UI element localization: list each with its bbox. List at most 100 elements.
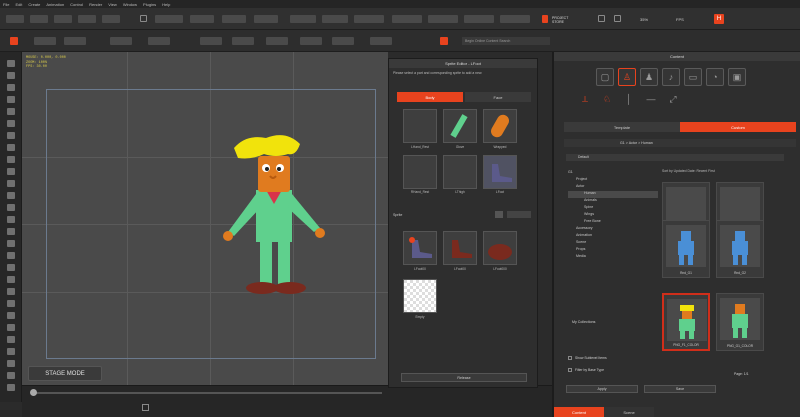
part-thumb[interactable] bbox=[403, 109, 437, 143]
toolbar-button[interactable] bbox=[54, 15, 72, 23]
tool-icon[interactable] bbox=[7, 156, 15, 163]
tab-face[interactable]: Face bbox=[465, 92, 531, 102]
part-thumb[interactable] bbox=[443, 109, 477, 143]
tool-icon[interactable] bbox=[7, 120, 15, 127]
project-store-icon[interactable] bbox=[542, 15, 548, 23]
tool-icon[interactable] bbox=[7, 276, 15, 283]
mic-icon[interactable]: ♪ bbox=[662, 68, 680, 86]
toolbar-button[interactable] bbox=[254, 15, 278, 23]
tree-item[interactable]: Project bbox=[568, 177, 658, 184]
tool-icon[interactable] bbox=[7, 228, 15, 235]
menu-item[interactable]: Control bbox=[70, 2, 83, 7]
part-thumb[interactable] bbox=[403, 155, 437, 189]
tool-icon[interactable] bbox=[7, 108, 15, 115]
my-collections[interactable]: My Collections bbox=[572, 320, 595, 324]
tree-item[interactable]: Media bbox=[568, 254, 658, 261]
tool-icon[interactable] bbox=[7, 360, 15, 367]
toolbar-button[interactable] bbox=[332, 37, 354, 45]
content-card[interactable]: PNG_G1_COLOR bbox=[716, 293, 764, 351]
scene-icon[interactable]: ▭ bbox=[684, 68, 702, 86]
animal-icon[interactable]: ♘ bbox=[598, 90, 616, 108]
toolbar-button[interactable] bbox=[30, 15, 48, 23]
toolbar-button[interactable] bbox=[464, 15, 494, 23]
toolbar-button[interactable] bbox=[155, 15, 183, 23]
content-card[interactable]: Rnd_G2 bbox=[716, 220, 764, 278]
show-sublevel-option[interactable]: Show Sublevel Items bbox=[568, 356, 607, 361]
tool-icon[interactable] bbox=[7, 324, 15, 331]
part-thumb[interactable] bbox=[483, 109, 517, 143]
tool-icon[interactable] bbox=[7, 372, 15, 379]
tool-icon[interactable] bbox=[7, 384, 15, 391]
tool-icon[interactable] bbox=[7, 180, 15, 187]
tree-item[interactable]: Free Bone bbox=[568, 219, 658, 226]
folder-icon[interactable]: ▢ bbox=[596, 68, 614, 86]
toolbar-button[interactable] bbox=[370, 37, 392, 45]
stage-viewport[interactable]: MOUSE: 0.000, 0.000 ZOOM: 100% FPS: 30.0… bbox=[22, 52, 388, 385]
tree-item[interactable]: Spine bbox=[568, 205, 658, 212]
sprite-size-slider[interactable] bbox=[507, 211, 531, 218]
menu-item[interactable]: Create bbox=[28, 2, 40, 7]
toolbar-button[interactable] bbox=[148, 37, 170, 45]
timeline-track[interactable] bbox=[32, 392, 382, 394]
mode-icon[interactable] bbox=[10, 37, 18, 45]
tool-icon[interactable] bbox=[7, 192, 15, 199]
sort-label[interactable]: Sort by Updated Date: Recent First bbox=[662, 169, 715, 173]
undo-icon[interactable] bbox=[140, 15, 147, 22]
tool-icon[interactable] bbox=[7, 312, 15, 319]
tool-icon[interactable] bbox=[7, 252, 15, 259]
h-logo-icon[interactable]: H bbox=[714, 14, 724, 24]
tree-item[interactable]: Props bbox=[568, 247, 658, 254]
apply-button[interactable]: Apply bbox=[566, 385, 638, 393]
tool-icon[interactable] bbox=[7, 336, 15, 343]
toolbar-button[interactable] bbox=[392, 15, 422, 23]
search-source-icon[interactable] bbox=[440, 37, 448, 45]
online-search-input[interactable]: Begin Online Content Search bbox=[462, 37, 550, 45]
content-card-selected[interactable]: PNG_F1_COLOR bbox=[662, 293, 710, 351]
tool-icon[interactable] bbox=[7, 72, 15, 79]
stage-mode-button[interactable]: STAGE MODE bbox=[28, 366, 102, 381]
save-button[interactable]: Save bbox=[644, 385, 716, 393]
project-store-label[interactable]: PROJECT STORE bbox=[552, 16, 580, 24]
toolbar-button[interactable] bbox=[6, 15, 24, 23]
toolbar-button[interactable] bbox=[102, 15, 120, 23]
filter-dropdown[interactable]: Default bbox=[566, 154, 784, 161]
toolbar-button[interactable] bbox=[322, 15, 348, 23]
tab-custom[interactable]: Custom bbox=[680, 122, 796, 132]
loop-icon[interactable] bbox=[142, 404, 149, 411]
tree-item[interactable]: Animals bbox=[568, 198, 658, 205]
zoom-value[interactable]: 35% bbox=[640, 17, 648, 22]
spine-icon[interactable]: │ bbox=[620, 90, 638, 108]
toolbar-button[interactable] bbox=[64, 37, 86, 45]
tool-icon[interactable] bbox=[7, 288, 15, 295]
toolbar-button[interactable] bbox=[200, 37, 222, 45]
tool-icon[interactable] bbox=[7, 168, 15, 175]
props-icon[interactable]: ◔ bbox=[706, 68, 724, 86]
toolbar-button[interactable] bbox=[300, 37, 322, 45]
bone-icon[interactable]: ⟂ bbox=[576, 90, 594, 108]
tool-icon[interactable] bbox=[7, 84, 15, 91]
sprite-thumb[interactable] bbox=[403, 231, 437, 265]
toolbar-button[interactable] bbox=[222, 15, 246, 23]
menu-item[interactable]: Help bbox=[162, 2, 170, 7]
tab-template[interactable]: Template bbox=[564, 122, 680, 132]
wing-icon[interactable]: ― bbox=[642, 90, 660, 108]
part-thumb[interactable] bbox=[443, 155, 477, 189]
fit-icon[interactable] bbox=[598, 15, 605, 22]
menu-item[interactable]: Edit bbox=[15, 2, 22, 7]
tab-content[interactable]: Content bbox=[554, 407, 604, 417]
menu-item[interactable]: File bbox=[3, 2, 9, 7]
tree-item-selected[interactable]: Human bbox=[568, 191, 658, 198]
toolbar-button[interactable] bbox=[500, 15, 530, 23]
tool-icon[interactable] bbox=[7, 348, 15, 355]
toolbar-button[interactable] bbox=[290, 15, 316, 23]
release-button[interactable]: Release bbox=[401, 373, 527, 382]
tool-icon[interactable] bbox=[7, 60, 15, 67]
sprite-thumb[interactable] bbox=[483, 231, 517, 265]
menu-item[interactable]: View bbox=[108, 2, 117, 7]
human-icon[interactable]: ♟ bbox=[640, 68, 658, 86]
tool-icon[interactable] bbox=[7, 204, 15, 211]
tree-item[interactable]: Accessory bbox=[568, 226, 658, 233]
tree-item[interactable]: Animation bbox=[568, 233, 658, 240]
filter-base-option[interactable]: Filter by Base Type bbox=[568, 368, 604, 373]
playhead-handle[interactable] bbox=[30, 389, 37, 396]
